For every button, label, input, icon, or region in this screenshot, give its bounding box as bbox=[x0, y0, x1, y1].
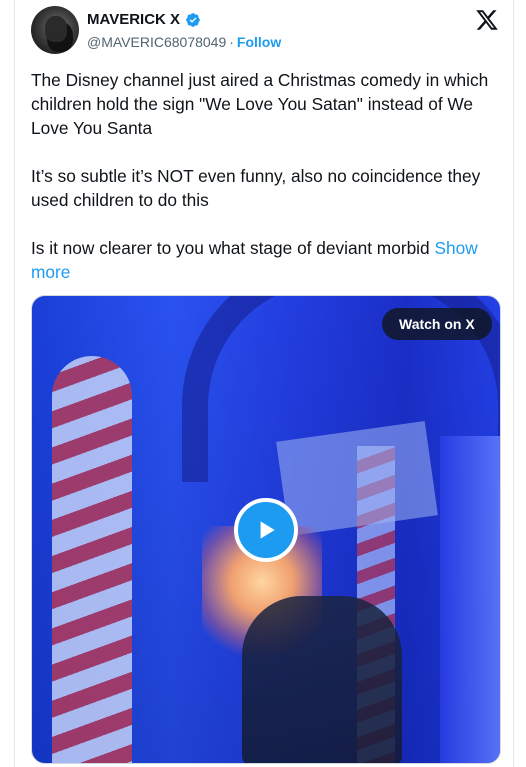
tweet-paragraph: The Disney channel just aired a Christma… bbox=[31, 70, 489, 138]
handle-row: @MAVERIC68078049 · Follow bbox=[87, 34, 281, 50]
verified-badge-icon bbox=[186, 12, 200, 27]
video-candy-pillar bbox=[52, 356, 132, 763]
display-name[interactable]: MAVERICK X bbox=[87, 11, 180, 28]
avatar[interactable] bbox=[31, 6, 79, 54]
play-button[interactable] bbox=[234, 498, 298, 562]
x-logo-icon[interactable] bbox=[475, 8, 499, 32]
follow-button[interactable]: Follow bbox=[237, 34, 281, 50]
tweet-paragraph: It’s so subtle it’s NOT even funny, also… bbox=[31, 166, 481, 210]
tweet-paragraph-last: Is it now clearer to you what stage of d… bbox=[31, 236, 501, 284]
watch-on-x-button[interactable]: Watch on X bbox=[382, 308, 492, 340]
play-icon bbox=[260, 521, 275, 539]
tweet-text: The Disney channel just aired a Christma… bbox=[31, 68, 501, 284]
tweet-header: MAVERICK X @MAVERIC68078049 · Follow bbox=[31, 6, 501, 58]
video-sign bbox=[276, 421, 438, 536]
name-row: MAVERICK X bbox=[87, 11, 201, 28]
tweet-card: MAVERICK X @MAVERIC68078049 · Follow The D… bbox=[14, 0, 514, 767]
tweet-paragraph-text: Is it now clearer to you what stage of d… bbox=[31, 238, 430, 258]
video-media[interactable]: Watch on X bbox=[31, 295, 501, 764]
video-right-frame bbox=[440, 436, 500, 763]
separator: · bbox=[229, 34, 234, 50]
video-figure bbox=[242, 596, 402, 763]
handle[interactable]: @MAVERIC68078049 bbox=[87, 34, 226, 50]
